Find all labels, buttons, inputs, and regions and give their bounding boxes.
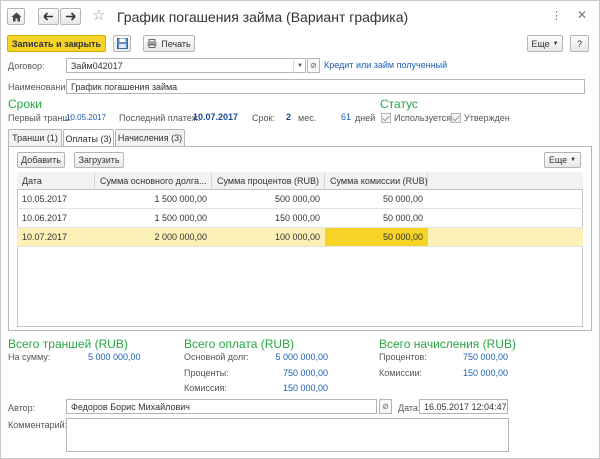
column-header-date[interactable]: Дата [17,172,95,189]
home-button[interactable] [7,8,25,25]
cell-commission: 50 000,00 [382,194,423,204]
home-icon [11,12,21,21]
column-header-principal[interactable]: Сумма основного долга... [95,172,212,189]
cell-commission: 50 000,00 [382,213,423,223]
table-row[interactable]: 10.05.2017 1 500 000,00 500 000,00 50 00… [17,190,583,209]
tranches-sum-value: 5 000 000,00 [88,352,141,362]
principal-total-label: Основной долг: [184,352,249,362]
column-header-interest[interactable]: Сумма процентов (RUB) [212,172,325,189]
name-field[interactable]: График погашения займа [66,79,585,94]
save-button[interactable] [113,35,131,52]
cell-date: 10.05.2017 [22,194,68,204]
tab-payments[interactable]: Оплаты (3) [63,129,114,147]
date-field[interactable]: 16.05.2017 12:04:47 [419,399,508,414]
tab-accruals[interactable]: Начисления (3) [115,129,185,146]
cell-date: 10.06.2017 [22,213,68,223]
floppy-disk-icon [116,38,128,49]
comment-label: Комментарий: [8,420,68,430]
term-label: Срок: [252,113,275,123]
contract-field[interactable]: Займ042017 [66,58,306,73]
table-row[interactable]: 10.06.2017 1 500 000,00 150 000,00 50 00… [17,209,583,228]
commission-total-label: Комиссия: [184,383,227,393]
author-open-icon[interactable]: ⊘ [379,399,392,414]
close-icon[interactable]: ✕ [577,8,587,22]
months-unit: мес. [298,113,317,123]
tab-tranches[interactable]: Транши (1) [8,129,62,146]
cell-principal: 1 500 000,00 [154,194,207,204]
save-and-close-button[interactable]: Записать и закрыть [7,35,106,52]
days-unit: дней [355,113,376,123]
interest-total-value: 750 000,00 [282,368,328,378]
contract-label: Договор: [8,61,45,71]
cell-commission-active[interactable]: 50 000,00 [325,228,428,246]
arrow-right-icon [66,12,76,21]
contract-type-link[interactable]: Кредит или займ полученный [324,60,447,70]
chevron-down-icon: ▼ [552,40,559,47]
table-row-selected[interactable]: 10.07.2017 2 000 000,00 100 000,00 50 00… [17,228,583,247]
cell-date: 10.07.2017 [22,232,68,242]
terms-heading: Сроки [8,97,42,111]
accruals-total-heading: Всего начисления (RUB) [379,337,516,351]
interest-total-label: Проценты: [184,368,229,378]
help-button[interactable]: ? [570,35,589,52]
date-value: 16.05.2017 12:04:47 [424,401,507,412]
last-payment-label: Последний платеж: [119,113,201,123]
last-payment-value: 10.07.2017 [193,112,239,122]
more-label: Еще [531,38,550,49]
status-heading: Статус [380,97,418,111]
favorite-star-icon[interactable]: ☆ [92,7,105,24]
date-label: Дата: [398,403,421,413]
back-button[interactable] [38,8,59,25]
column-header-commission[interactable]: Сумма комиссии (RUB) [325,172,428,189]
window-menu-icon[interactable]: ⋮ [551,9,562,22]
approved-checkbox[interactable] [451,113,461,123]
term-days-value: 61 [341,112,352,122]
printer-icon [147,39,157,48]
table-header: Дата Сумма основного долга... Сумма проц… [17,172,583,190]
approved-label: Утвержден [464,113,510,123]
first-tranche-value: 10.05.2017 [66,113,107,122]
accr-commission-label: Комиссии: [379,368,423,378]
author-value: Федоров Борис Михайлович [71,401,190,412]
accr-interest-label: Процентов: [379,352,427,362]
cell-interest: 500 000,00 [274,194,320,204]
cell-interest: 100 000,00 [274,232,320,242]
name-value: График погашения займа [71,81,178,92]
print-button[interactable]: Печать [143,35,195,52]
in-use-label: Используется [394,113,452,123]
accr-interest-value: 750 000,00 [462,352,508,362]
first-tranche-label: Первый транш: [8,113,73,123]
open-link-icon[interactable]: ⊘ [307,58,320,73]
commission-total-value: 150 000,00 [282,383,328,393]
forward-button[interactable] [60,8,81,25]
more-button[interactable]: Еще ▼ [527,35,563,52]
in-use-checkbox[interactable] [381,113,391,123]
name-label: Наименование: [8,82,73,92]
arrow-left-icon [43,12,53,21]
author-label: Автор: [8,403,36,413]
cell-interest: 150 000,00 [274,213,320,223]
chevron-down-icon: ▼ [570,157,577,163]
window-title: График погашения займа (Вариант графика) [117,9,409,25]
accr-commission-value: 150 000,00 [462,368,508,378]
cell-principal: 1 500 000,00 [154,213,207,223]
principal-total-value: 5 000 000,00 [275,352,328,362]
comment-textarea[interactable] [66,418,509,452]
print-label: Печать [161,38,191,49]
contract-value: Займ042017 [71,60,123,71]
cell-principal: 2 000 000,00 [154,232,207,242]
grid-more-button[interactable]: Еще ▼ [544,152,581,168]
author-field[interactable]: Федоров Борис Михайлович [66,399,377,414]
add-button[interactable]: Добавить [17,152,65,168]
tranches-total-heading: Всего траншей (RUB) [8,337,128,351]
grid-more-label: Еще [548,155,568,165]
tranches-sum-label: На сумму: [8,352,51,362]
payments-total-heading: Всего оплата (RUB) [184,337,295,351]
contract-dropdown-icon[interactable]: ▼ [293,58,306,73]
term-months-value: 2 [286,112,292,122]
load-button[interactable]: Загрузить [74,152,124,168]
